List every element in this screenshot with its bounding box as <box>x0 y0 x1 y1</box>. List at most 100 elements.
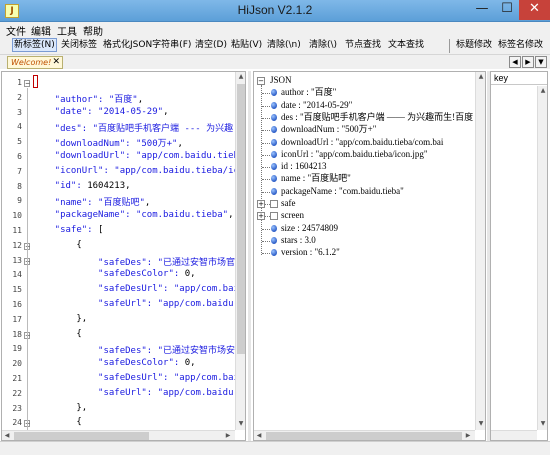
code-line[interactable]: "safe": [ <box>33 225 104 235</box>
close-tab-button[interactable]: 关闭标签 <box>61 39 97 53</box>
tab-scroll-right-icon[interactable]: ▶ <box>522 56 534 68</box>
tree-collapse-icon[interactable]: − <box>257 77 265 85</box>
code-line[interactable]: "downloadNum": "500万+", <box>33 136 183 149</box>
json-text-editor[interactable]: 1−23456789101112−13−1415161718−192021222… <box>1 71 246 441</box>
tree-vertical-scrollbar[interactable]: ▲ ▼ <box>475 72 485 430</box>
fold-toggle-icon[interactable]: − <box>24 80 30 87</box>
code-line[interactable]: }, <box>33 314 87 324</box>
json-token: , <box>190 358 196 369</box>
json-key: "safeUrl": <box>33 299 158 309</box>
json-tree-view[interactable]: ▲ ▼ ◀ ▶ − JSON author : "百度" date : "2014-0… <box>253 71 486 441</box>
tree-horizontal-scrollbar[interactable]: ◀ ▶ <box>254 430 475 440</box>
detail-vertical-scrollbar[interactable]: ▲ ▼ <box>537 86 547 430</box>
code-line[interactable]: { <box>33 417 81 427</box>
code-line[interactable]: "iconUrl": "app/com.baidu.tieba/ico <box>33 165 245 176</box>
editor-horizontal-scroll-thumb[interactable] <box>14 432 149 440</box>
tree-leaf-node[interactable]: name : "百度贴吧" <box>281 173 351 184</box>
scroll-down-icon[interactable]: ▼ <box>476 420 485 427</box>
code-line[interactable]: "safeDesColor": 0, <box>33 269 196 279</box>
editor-tree-splitter[interactable] <box>248 71 251 441</box>
node-search-button[interactable]: 节点查找 <box>345 39 381 53</box>
code-line[interactable]: "name": "百度贴吧", <box>33 195 151 208</box>
tab-scroll-left-icon[interactable]: ◀ <box>509 56 521 68</box>
code-line[interactable]: "des": "百度贴吧手机客户端 --- 为兴趣 <box>33 121 233 134</box>
tree-leaf-node[interactable]: iconUrl : "app/com.baidu.tieba/icon.jpg" <box>281 149 428 160</box>
menu-help[interactable]: 帮助 <box>83 23 103 38</box>
rename-tab-button[interactable]: 标签名修改 <box>498 39 543 53</box>
leaf-node-icon <box>271 113 277 121</box>
code-line[interactable]: "safeDesColor": 0, <box>33 358 196 368</box>
tab-welcome[interactable]: Welcome! ✕ <box>7 56 63 69</box>
clear-backslash-button[interactable]: 清除(\) <box>309 39 337 53</box>
new-tab-button[interactable]: 新标签(N) <box>12 38 57 52</box>
tree-leaf-node[interactable]: des : "百度贴吧手机客户端 —— 为兴趣而生!百度 <box>281 112 473 123</box>
json-string-value: "app/com.baid <box>173 284 245 295</box>
format-json-button[interactable]: 格式化JSON字符串(F) <box>103 39 191 53</box>
scroll-down-icon[interactable]: ▼ <box>236 420 245 427</box>
json-string-value: "已通过安智市场官 <box>157 257 236 268</box>
tree-leaf-node[interactable]: downloadNum : "500万+" <box>281 124 376 135</box>
detail-horizontal-scrollbar[interactable] <box>491 430 537 440</box>
tree-leaf-node[interactable]: date : "2014-05-29" <box>281 100 352 111</box>
tab-close-icon[interactable]: ✕ <box>52 57 60 68</box>
edit-title-button[interactable]: 标题修改 <box>456 39 492 53</box>
title-bar[interactable]: J HiJson V2.1.2 — ☐ ✕ <box>0 0 550 22</box>
code-line[interactable]: "safeUrl": "app/com.baidu.t <box>33 299 244 309</box>
menu-tools[interactable]: 工具 <box>57 23 77 38</box>
menu-file[interactable]: 文件 <box>6 23 26 38</box>
code-line[interactable]: "safeDesUrl": "app/com.baid <box>33 284 244 294</box>
code-line[interactable]: "author": "百度", <box>33 92 143 105</box>
scroll-up-icon[interactable]: ▲ <box>236 73 245 80</box>
tree-leaf-node[interactable]: packageName : "com.baidu.tieba" <box>281 186 404 197</box>
tree-branch-node[interactable]: screen <box>281 210 304 221</box>
tree-expand-icon[interactable]: + <box>257 212 265 221</box>
json-token: [ <box>98 225 104 235</box>
tree-leaf-node[interactable]: version : "6.1.2" <box>281 247 340 258</box>
leaf-node-icon <box>271 138 277 146</box>
code-line[interactable]: "safeDes": "已通过安智市场安 <box>33 343 235 356</box>
scroll-right-icon[interactable]: ▶ <box>463 432 473 439</box>
tree-leaf-node[interactable]: author : "百度" <box>281 87 336 98</box>
menu-edit[interactable]: 编辑 <box>31 23 51 38</box>
code-line[interactable]: "safeUrl": "app/com.baidu.t <box>33 388 244 398</box>
code-line[interactable]: "downloadUrl": "app/com.baidu.tieba <box>33 151 245 161</box>
code-line[interactable]: "date": "2014-05-29", <box>33 106 169 117</box>
tab-list-dropdown-icon[interactable]: ▼ <box>535 56 547 68</box>
text-search-button[interactable]: 文本查找 <box>388 39 424 53</box>
clear-button[interactable]: 清空(D) <box>195 39 227 53</box>
scroll-left-icon[interactable]: ◀ <box>254 432 264 439</box>
scroll-down-icon[interactable]: ▼ <box>538 420 548 427</box>
clear-newline-button[interactable]: 清除(\n) <box>267 39 301 53</box>
key-detail-table[interactable]: key ▲ ▼ <box>490 71 548 441</box>
editor-vertical-scrollbar[interactable]: ▲ ▼ <box>235 72 245 430</box>
code-line[interactable]: }, <box>33 403 87 413</box>
code-line[interactable]: { <box>33 329 81 339</box>
json-key: "iconUrl": <box>33 165 115 176</box>
tree-connector <box>262 117 270 119</box>
tree-leaf-node[interactable]: id : 1604213 <box>281 161 327 172</box>
editor-vertical-scroll-thumb[interactable] <box>237 84 245 354</box>
tree-horizontal-scroll-thumb[interactable] <box>266 432 462 440</box>
key-column-header[interactable]: key <box>491 72 547 85</box>
tree-root-node[interactable]: JSON <box>270 75 292 86</box>
scroll-up-icon[interactable]: ▲ <box>476 73 485 80</box>
maximize-button[interactable]: ☐ <box>495 0 519 20</box>
tree-branch-node[interactable]: safe <box>281 198 296 209</box>
tree-leaf-node[interactable]: downloadUrl : "app/com.baidu.tieba/com.b… <box>281 137 443 148</box>
json-string-value: "2014-05-29" <box>98 106 164 117</box>
scroll-right-icon[interactable]: ▶ <box>223 432 233 439</box>
code-line[interactable]: { <box>33 240 81 250</box>
tree-expand-icon[interactable]: + <box>257 200 265 208</box>
code-line[interactable]: "safeDes": "已通过安智市场官 <box>33 255 235 268</box>
scroll-up-icon[interactable]: ▲ <box>538 87 548 94</box>
tree-leaf-node[interactable]: stars : 3.0 <box>281 235 316 246</box>
minimize-button[interactable]: — <box>469 0 495 20</box>
close-button[interactable]: ✕ <box>519 0 550 20</box>
code-line[interactable]: "id": 1604213, <box>33 181 131 191</box>
scroll-left-icon[interactable]: ◀ <box>2 432 12 439</box>
tree-leaf-node[interactable]: size : 24574809 <box>281 223 338 234</box>
code-line[interactable]: "safeDesUrl": "app/com.baid <box>33 373 244 383</box>
code-line[interactable]: "packageName": "com.baidu.tieba", <box>33 210 234 220</box>
paste-button[interactable]: 粘贴(V) <box>231 39 262 53</box>
editor-horizontal-scrollbar[interactable]: ◀ ▶ <box>2 430 235 440</box>
